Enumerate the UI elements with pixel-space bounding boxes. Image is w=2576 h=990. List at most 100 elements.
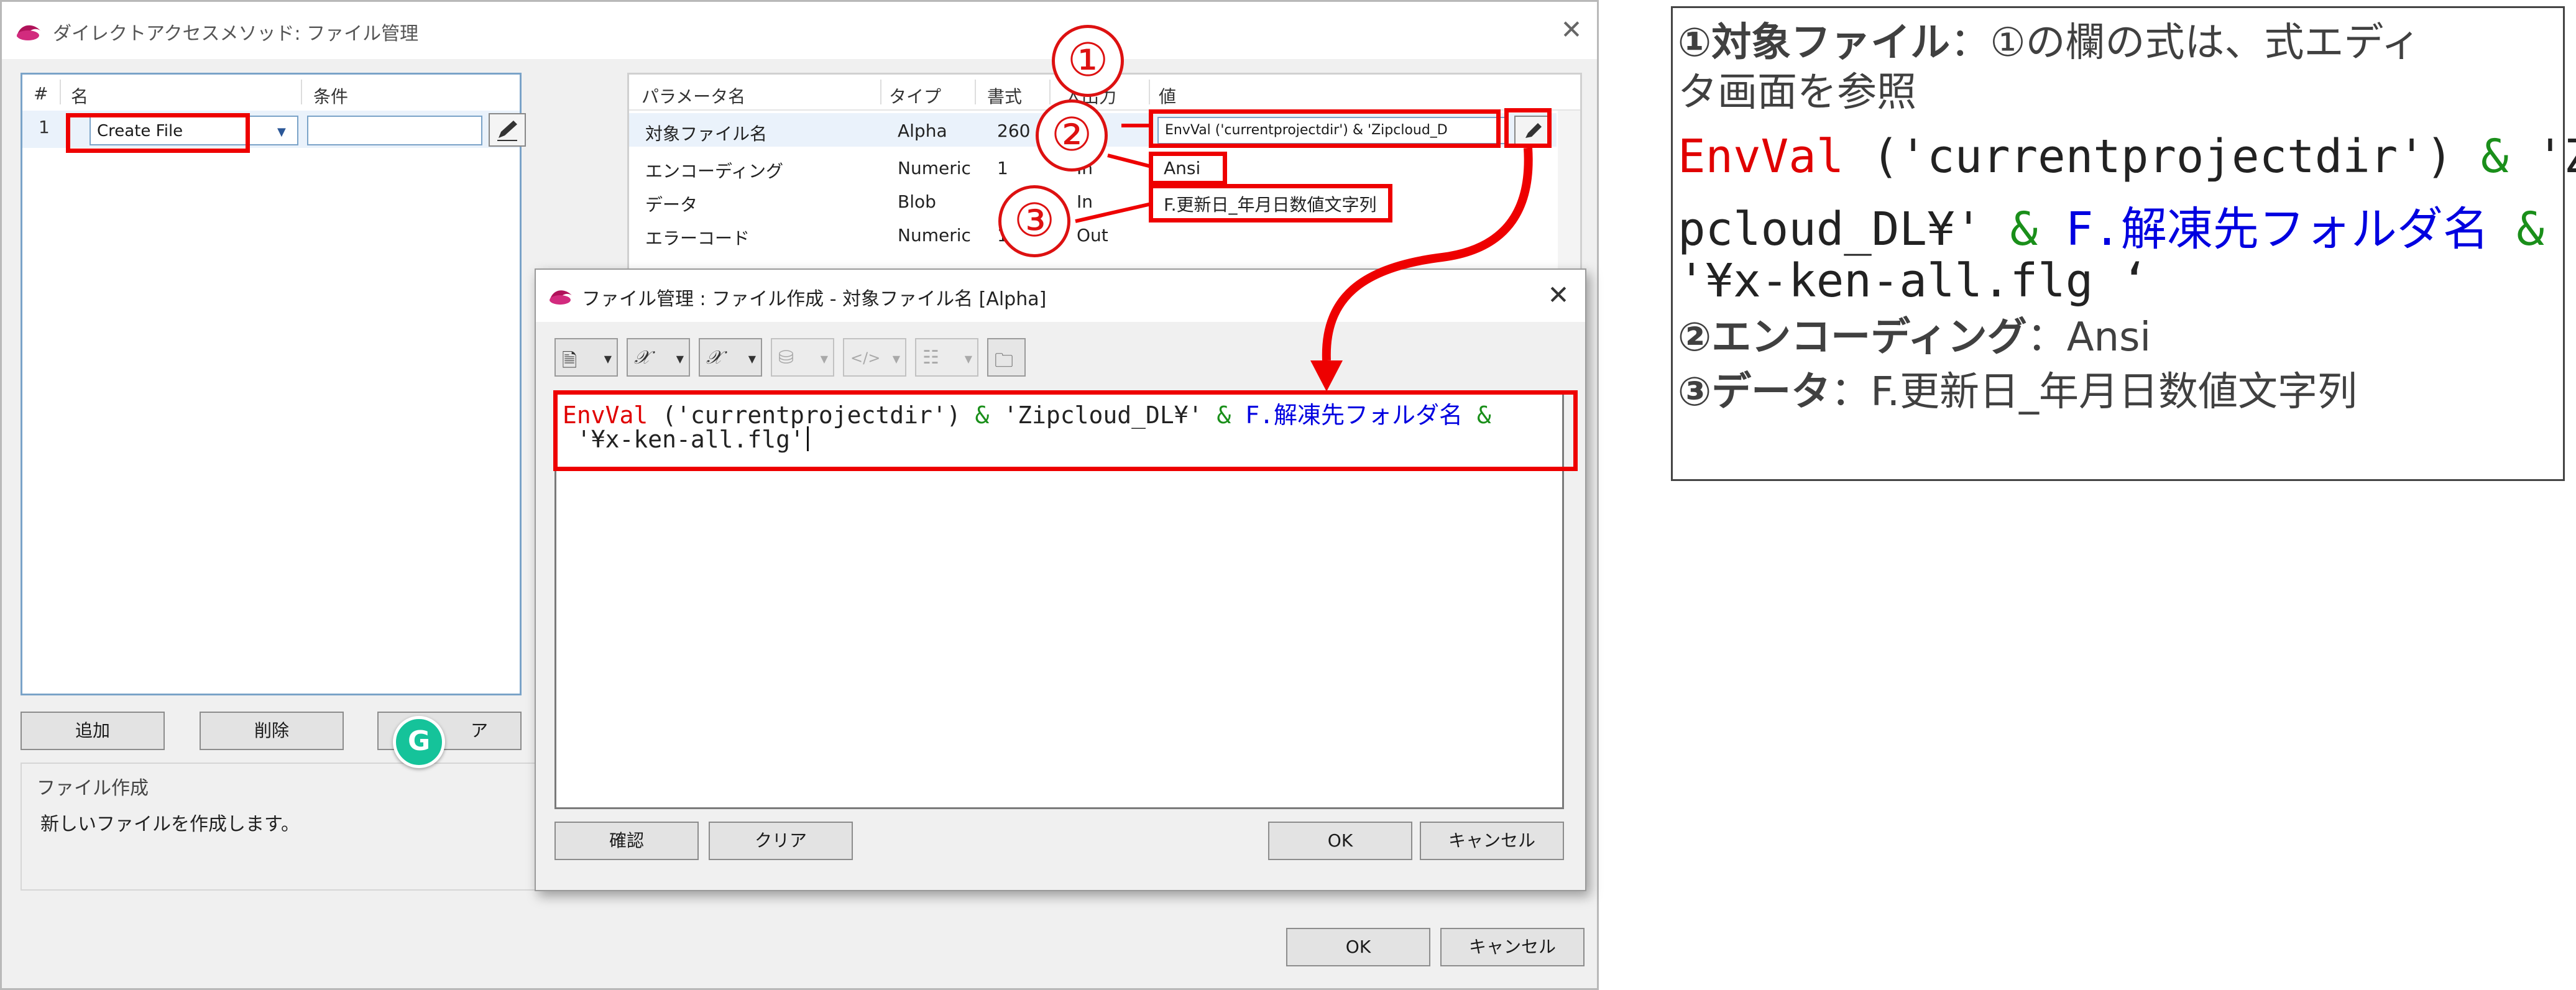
- grid-header-condition[interactable]: 条件: [313, 83, 348, 108]
- code-operator: &: [2481, 130, 2509, 183]
- grid-separator: [975, 80, 976, 104]
- explain-item-1: ①対象ファイル：①の欄の式は、式エディ: [1678, 11, 2421, 68]
- grid-header-num: #: [34, 83, 48, 104]
- function-alt-icon: 𝒳: [706, 347, 722, 369]
- explain-marker-3: ③: [1678, 369, 1712, 415]
- explain-item-2: ②エンコーディング：Ansi: [1678, 305, 2151, 362]
- operation-grid: # 名 条件 1 Create File ▼: [21, 73, 526, 695]
- description-panel: ファイル作成 新しいファイルを作成します。: [21, 763, 536, 891]
- insert-button[interactable]: 🗎 ▼: [554, 338, 618, 377]
- explain-item-3: ③データ：F.更新日_年月日数値文字列: [1678, 360, 2357, 417]
- list-icon: ☷: [922, 347, 939, 369]
- row-number: 1: [39, 117, 50, 137]
- param-format: 1: [997, 158, 1008, 178]
- marker-3: ③: [998, 185, 1070, 257]
- explain-label-1: 対象ファイル: [1711, 20, 1951, 66]
- database-button[interactable]: ⛁ ▼: [771, 338, 834, 377]
- param-header-type[interactable]: タイプ: [889, 83, 941, 108]
- explain-sep-3: ：: [1831, 369, 1871, 415]
- code-operator: &: [2010, 203, 2038, 256]
- cancel-button[interactable]: キャンセル: [1420, 822, 1564, 860]
- grammarly-icon[interactable]: G: [393, 716, 445, 768]
- param-name: データ: [645, 195, 698, 215]
- table-row[interactable]: エラーコード Numeric 12 Out: [629, 218, 1557, 251]
- chevron-down-icon: ▼: [676, 353, 684, 365]
- list-button[interactable]: ☷ ▼: [915, 338, 978, 377]
- cancel-button[interactable]: キャンセル: [1440, 928, 1585, 966]
- grid-separator: [1049, 80, 1051, 104]
- param-header-value[interactable]: 値: [1159, 83, 1176, 108]
- clear-button-label: ア: [470, 720, 488, 741]
- delete-button[interactable]: 削除: [200, 712, 344, 750]
- explain-label-3: データ: [1711, 369, 1831, 415]
- table-row[interactable]: データ Blob In F.更新日_年月日数値文字列: [629, 184, 1557, 218]
- ok-button[interactable]: OK: [1286, 928, 1430, 966]
- close-icon[interactable]: ✕: [1543, 280, 1574, 311]
- param-type: Blob: [898, 191, 936, 212]
- pencil-icon: [497, 121, 517, 141]
- param-type: Numeric: [898, 158, 971, 178]
- clear-button[interactable]: クリア: [709, 822, 853, 860]
- explain-value-3: F.更新日_年月日数値文字列: [1870, 369, 2358, 415]
- app-logo-icon: [550, 290, 572, 305]
- code-button[interactable]: </> ▼: [843, 338, 906, 377]
- description-title: ファイル作成: [37, 777, 149, 799]
- condition-field[interactable]: [307, 116, 482, 145]
- explain-marker-2: ②: [1678, 314, 1712, 360]
- code-field: F.解凍先フォルダ名: [2038, 203, 2517, 256]
- explain-item-1-cont: タ画面を参照: [1678, 70, 1916, 116]
- grid-header-name[interactable]: 名: [71, 83, 88, 108]
- marker-2: ②: [1036, 99, 1108, 172]
- param-type: Numeric: [898, 225, 971, 245]
- folder-button[interactable]: 🗀: [987, 338, 1026, 377]
- chevron-down-icon[interactable]: ▼: [277, 126, 286, 139]
- highlight-edit-button: [1504, 108, 1552, 148]
- function-icon: 𝒳: [634, 347, 650, 369]
- function-button[interactable]: 𝒳 ▼: [627, 338, 690, 377]
- editor-titlebar: ファイル管理 : ファイル作成 - 対象ファイル名 [Alpha] ✕: [536, 270, 1585, 322]
- grid-separator: [301, 80, 302, 104]
- marker-1: ①: [1052, 25, 1124, 97]
- folder-icon: 🗀: [995, 350, 1013, 372]
- chevron-down-icon: ▼: [604, 353, 612, 365]
- confirm-button[interactable]: 確認: [554, 822, 699, 860]
- code-string: pcloud_DL¥': [1678, 203, 2010, 256]
- description-text: 新しいファイルを作成します。: [40, 814, 300, 835]
- explanation-box: ①対象ファイル：①の欄の式は、式エディ タ画面を参照 EnvVal ('curr…: [1671, 6, 2576, 481]
- param-header-name[interactable]: パラメータ名: [642, 83, 745, 108]
- grid-separator: [1149, 80, 1150, 104]
- window-title: ダイレクトアクセスメソッド: ファイル管理: [53, 23, 419, 45]
- code-args: ('currentprojectdir'): [1844, 130, 2482, 183]
- chevron-down-icon: ▼: [820, 353, 828, 365]
- database-icon: ⛁: [778, 347, 794, 369]
- explain-sep-2: ：: [2026, 314, 2067, 360]
- param-format: 260: [997, 121, 1031, 141]
- editor-title: ファイル管理 : ファイル作成 - 対象ファイル名 [Alpha]: [582, 288, 1047, 310]
- condition-edit-button[interactable]: [489, 113, 526, 147]
- close-icon[interactable]: ✕: [1556, 14, 1587, 45]
- expression-editor-dialog: ファイル管理 : ファイル作成 - 対象ファイル名 [Alpha] ✕ 🗎 ▼ 𝒳…: [535, 268, 1586, 891]
- param-type: Alpha: [898, 121, 947, 141]
- param-header-format[interactable]: 書式: [987, 83, 1022, 108]
- chevron-down-icon: ▼: [964, 353, 972, 365]
- explain-label-2: エンコーディング: [1711, 314, 2027, 360]
- chevron-down-icon: ▼: [892, 353, 900, 365]
- app-logo-icon: [17, 25, 40, 40]
- highlight-value-3: [1149, 184, 1392, 222]
- grid-separator: [880, 80, 881, 104]
- param-name: エラーコード: [645, 228, 750, 249]
- chevron-down-icon: ▼: [748, 353, 756, 365]
- explain-code-line-3: '¥x-ken-all.flg ‘: [1678, 254, 2149, 308]
- main-titlebar: ダイレクトアクセスメソッド: ファイル管理 ✕: [2, 2, 1597, 59]
- explain-code-line-1: EnvVal ('currentprojectdir') & 'Zi: [1678, 130, 2576, 183]
- explain-sep-1: ：: [1950, 20, 1990, 66]
- code-function: EnvVal: [1678, 130, 1844, 183]
- code-operator: &: [2516, 203, 2544, 256]
- param-name: エンコーディング: [645, 161, 784, 181]
- ok-button[interactable]: OK: [1268, 822, 1412, 860]
- explain-text-1: ①の欄の式は、式エディ: [1990, 20, 2421, 66]
- add-button[interactable]: 追加: [21, 712, 165, 750]
- explain-marker-1: ①: [1678, 20, 1712, 66]
- function-alt-button[interactable]: 𝒳 ▼: [699, 338, 762, 377]
- highlight-value-1: [1149, 109, 1501, 148]
